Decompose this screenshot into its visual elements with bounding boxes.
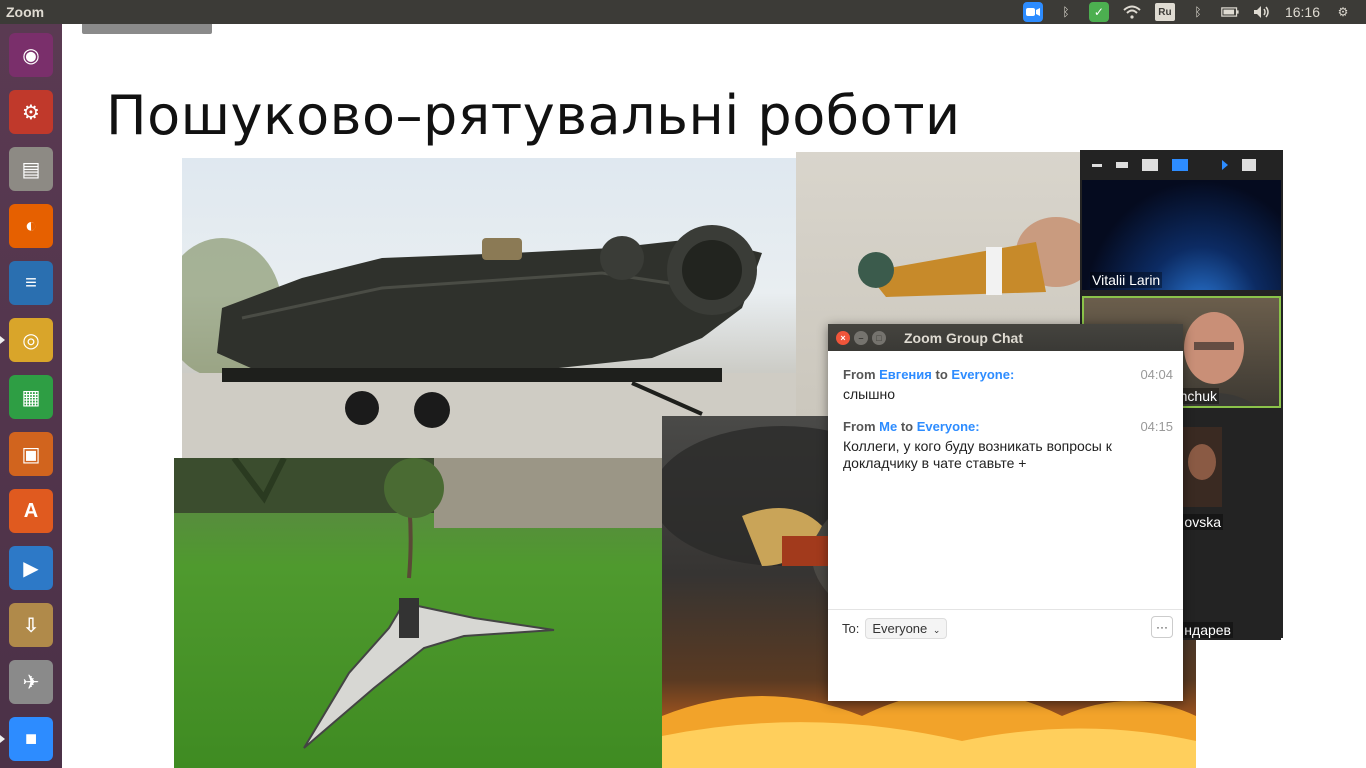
volume-icon[interactable] (1253, 3, 1271, 21)
message-sender[interactable]: Me (879, 419, 897, 434)
message-text: Коллеги, у кого буду возникать вопросы к… (843, 438, 1112, 471)
firefox-icon: ◐ (9, 204, 53, 248)
participant-name: ovska (1182, 514, 1223, 530)
media-player-icon: ▶ (9, 546, 53, 590)
zoom-launcher-icon: ■ (9, 717, 53, 761)
sync-ok-icon[interactable]: ✓ (1088, 2, 1109, 22)
recipient-row: To: Everyone ⌄ (842, 618, 1169, 639)
message-header: From Me to Everyone: (843, 419, 980, 434)
chat-messages: From Евгения to Everyone: 04:04 слышно F… (828, 351, 1183, 609)
launcher-item[interactable]: ◎ (6, 315, 56, 365)
next-page-icon[interactable] (1222, 160, 1228, 170)
launcher-item[interactable]: ⇩ (6, 600, 56, 650)
gallery-view-icon[interactable] (1172, 159, 1188, 171)
bluetooth-icon-2[interactable]: ᛒ (1189, 3, 1207, 21)
launcher-item[interactable]: ▣ (6, 429, 56, 479)
app-title: Zoom (6, 4, 45, 20)
minimize-window-icon[interactable]: – (854, 330, 868, 345)
chevron-down-icon: ⌄ (932, 625, 941, 635)
launcher-item[interactable]: ▶ (6, 543, 56, 593)
bat-drone-photo (174, 458, 664, 768)
maximize-window-icon[interactable]: □ (872, 330, 886, 345)
single-video-icon[interactable] (1116, 162, 1128, 168)
participant-name: Vitalii Larin (1090, 272, 1163, 288)
share-status-pill[interactable] (82, 24, 212, 34)
wifi-icon[interactable] (1123, 3, 1141, 21)
launcher-item[interactable]: ■ (6, 714, 56, 764)
flying-rescue-vehicle-photo (182, 158, 796, 458)
writer-icon: ≡ (9, 261, 53, 305)
message-recipient: Everyone: (916, 419, 980, 434)
message-time: 04:15 (1140, 419, 1173, 434)
close-window-icon[interactable]: × (836, 330, 850, 345)
group-chat-window: × – □ Zoom Group Chat From Евгения to Ev… (828, 324, 1183, 701)
bluetooth-icon[interactable]: ᛒ (1057, 3, 1075, 21)
calc-icon: ▦ (9, 375, 53, 419)
recipient-select[interactable]: Everyone ⌄ (865, 618, 948, 639)
launcher-item[interactable]: ⚙ (6, 87, 56, 137)
archive-manager-icon: ⇩ (9, 603, 53, 647)
speaker-view-icon[interactable] (1142, 159, 1158, 171)
launcher-item[interactable]: ✈ (6, 657, 56, 707)
system-settings-icon: ⚙ (9, 90, 53, 134)
exit-fullscreen-icon[interactable] (1242, 159, 1256, 171)
files-icon: ▤ (9, 147, 53, 191)
chat-window-title: Zoom Group Chat (904, 329, 1023, 346)
power-gear-icon[interactable]: ⚙ (1334, 3, 1352, 21)
message-sender[interactable]: Евгения (879, 367, 932, 382)
chrome-icon: ◎ (9, 318, 53, 362)
tool-icon: ✈ (9, 660, 53, 704)
message-header: From Евгения to Everyone: (843, 367, 1015, 382)
minimize-video-icon[interactable] (1092, 163, 1102, 167)
impress-icon: ▣ (9, 432, 53, 476)
launcher-item[interactable]: ◉ (6, 30, 56, 80)
chat-titlebar[interactable]: × – □ Zoom Group Chat (828, 324, 1183, 351)
participant-tile[interactable]: Vitalii Larin (1082, 180, 1281, 290)
gallery-toolbar (1080, 150, 1283, 180)
launcher-item[interactable]: ≡ (6, 258, 56, 308)
battery-icon[interactable] (1221, 3, 1239, 21)
chat-message: From Me to Everyone: 04:15 Коллеги, у ко… (843, 419, 1173, 472)
ubuntu-dash-icon: ◉ (9, 33, 53, 77)
message-time: 04:04 (1140, 367, 1173, 382)
keyboard-layout-indicator[interactable]: Ru (1154, 3, 1175, 21)
zoom-tray-icon[interactable] (1022, 2, 1043, 22)
launcher-item[interactable]: ▤ (6, 144, 56, 194)
launcher-item[interactable]: ◐ (6, 201, 56, 251)
launcher-item[interactable]: A (6, 486, 56, 536)
slide-title: Пошуково–рятувальні роботи (106, 84, 961, 147)
running-indicator (0, 336, 5, 344)
software-center-icon: A (9, 489, 53, 533)
participant-name: hchuk (1177, 388, 1219, 404)
top-panel: Zoom ᛒ ✓ Ru ᛒ 16:16 ⚙ (0, 0, 1366, 24)
chat-composer: To: Everyone ⌄ ··· (828, 609, 1183, 701)
message-text: слышно (843, 386, 895, 402)
chat-message: From Евгения to Everyone: 04:04 слышно (843, 367, 1173, 403)
to-label: To: (842, 621, 860, 636)
launcher-item[interactable]: ▦ (6, 372, 56, 422)
launcher: ◉ ⚙ ▤ ◐ ≡ ◎ ▦ ▣ A ▶ ⇩ ✈ ■ (0, 24, 62, 768)
clock[interactable]: 16:16 (1285, 3, 1320, 21)
participant-name: ндарев (1182, 622, 1233, 638)
running-indicator (0, 735, 5, 743)
more-options-button[interactable]: ··· (1151, 616, 1173, 638)
message-recipient: Everyone: (951, 367, 1015, 382)
system-tray: ᛒ ✓ Ru ᛒ 16:16 ⚙ (1022, 2, 1366, 22)
